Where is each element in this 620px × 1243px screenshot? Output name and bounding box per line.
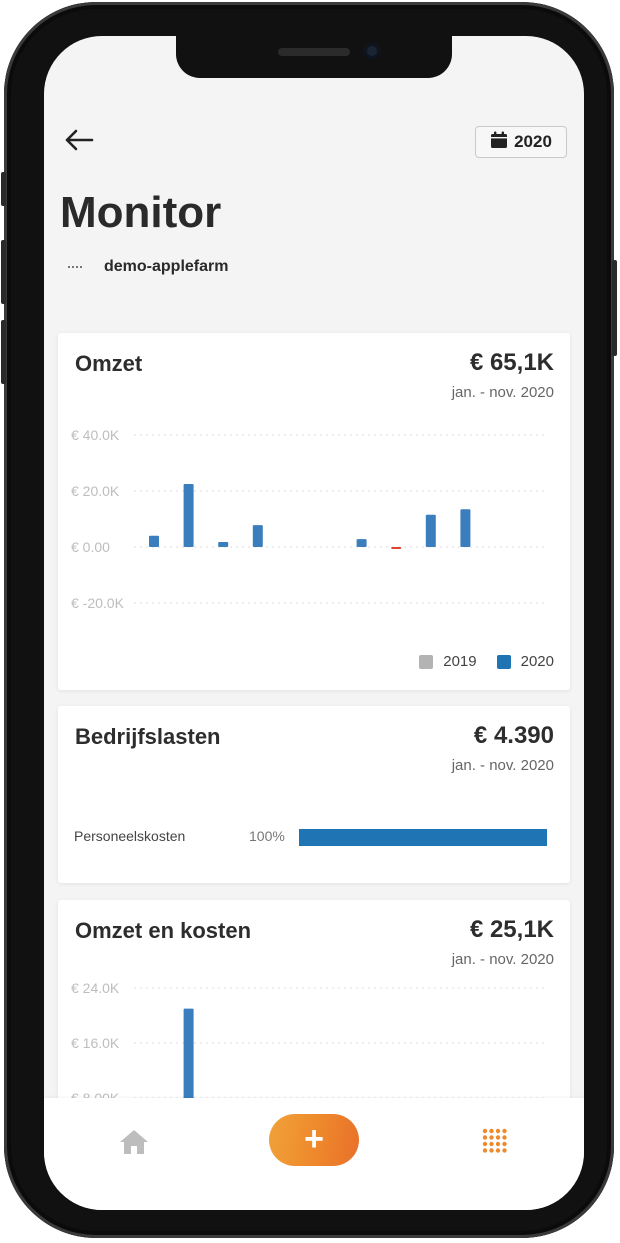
bar-o-9[interactable] <box>460 509 471 547</box>
legend-swatch-2020 <box>496 654 511 669</box>
y-tick-label: € 0.00 <box>71 539 110 555</box>
mute-switch <box>1 172 6 206</box>
page-title: Monitor <box>60 188 222 237</box>
volume-down-button <box>1 320 6 384</box>
bar-s-8[interactable] <box>425 514 436 547</box>
organization-logo <box>68 264 88 270</box>
card-amount: € 4.390 <box>473 722 554 749</box>
card-period: jan. - nov. 2020 <box>451 757 554 774</box>
y-tick-label: € -20.0K <box>71 595 125 611</box>
y-tick-label: € 24.0K <box>71 980 120 996</box>
cost-category-bar-track <box>299 829 547 846</box>
plus-icon: + <box>304 1119 324 1158</box>
cost-category-bar <box>299 829 547 846</box>
legend-swatch-2019 <box>419 654 434 669</box>
chart-legend: 2019 2020 <box>407 653 554 670</box>
card-title: Bedrijfslasten <box>75 724 221 749</box>
y-tick-label: € 40.0K <box>71 427 120 443</box>
volume-up-button <box>1 240 6 304</box>
bar-f-1[interactable] <box>183 484 194 547</box>
add-button[interactable]: + <box>269 1114 359 1166</box>
year-label: 2020 <box>514 132 552 151</box>
phone-frame: 2020 Monitor demo-applefarm Omzet € 65,1… <box>1 2 617 1238</box>
calendar-icon <box>490 131 508 154</box>
legend-item-2020: 2020 <box>496 653 554 670</box>
bar-a-3[interactable] <box>252 525 263 547</box>
organization-name: demo-applefarm <box>104 258 229 275</box>
cost-category-percent: 100% <box>249 828 285 844</box>
omzet-bar-chart: € 40.0K€ 20.0K€ 0.00€ -20.0KJFMAMJJASOND <box>71 427 548 611</box>
home-icon[interactable] <box>118 1128 150 1156</box>
bottom-tab-bar: + <box>44 1098 584 1210</box>
bar-m-2[interactable] <box>218 541 229 547</box>
phone-screen: 2020 Monitor demo-applefarm Omzet € 65,1… <box>44 36 584 1210</box>
cost-category-label: Personeelskosten <box>74 828 186 844</box>
bar-j-0[interactable] <box>149 535 159 547</box>
y-tick-label: € 20.0K <box>71 483 120 499</box>
legend-label-2019: 2019 <box>443 653 477 670</box>
grid-dots-icon[interactable] <box>482 1128 508 1154</box>
front-camera <box>364 43 380 59</box>
organization-switcher[interactable]: demo-applefarm <box>68 258 228 276</box>
legend-label-2020: 2020 <box>520 653 554 670</box>
arrow-left-icon[interactable] <box>64 128 96 152</box>
legend-item-2019: 2019 <box>419 653 477 670</box>
bedrijfslasten-card[interactable]: Bedrijfslasten € 4.390 jan. - nov. 2020 … <box>58 706 570 883</box>
bar-j-6[interactable] <box>356 539 367 547</box>
bar-a-7[interactable] <box>391 547 402 549</box>
y-tick-label: € 16.0K <box>71 1035 120 1051</box>
power-button <box>612 260 617 356</box>
speaker <box>278 48 350 56</box>
notch <box>176 36 452 78</box>
year-selector-button[interactable]: 2020 <box>475 126 567 158</box>
omzet-card[interactable]: Omzet € 65,1K jan. - nov. 2020 € 40.0K € … <box>58 333 570 690</box>
